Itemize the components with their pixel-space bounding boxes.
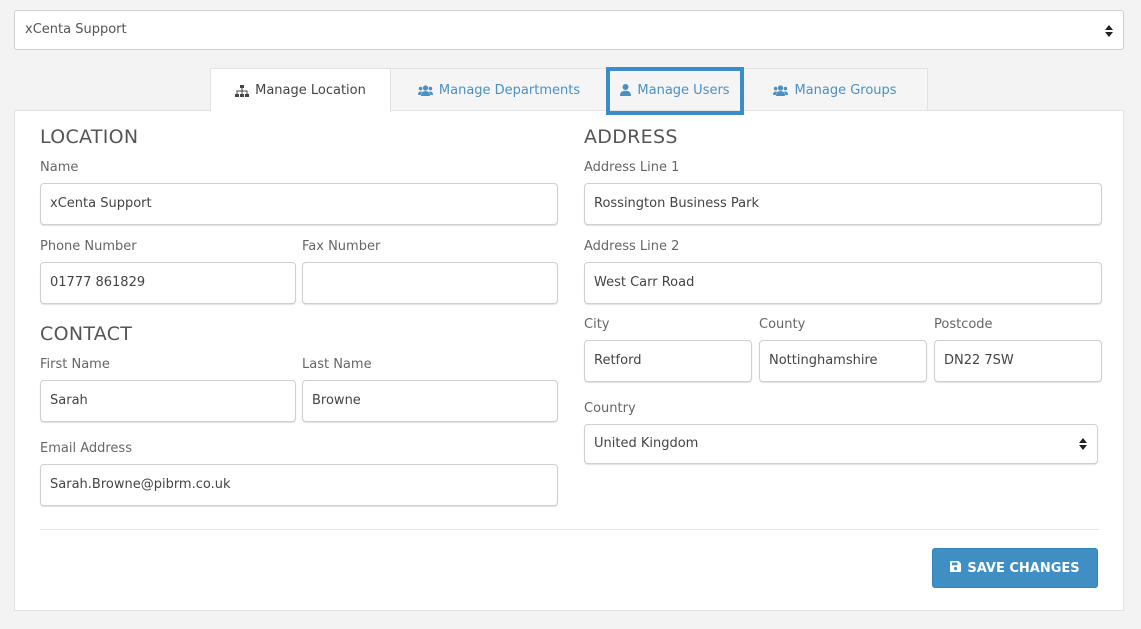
location-selector[interactable]: xCenta Support [14,10,1124,50]
tab-label: Manage Departments [438,82,581,98]
email-input[interactable]: Sarah.Browne@pibrm.co.uk [40,464,558,506]
contact-heading: CONTACT [40,323,133,345]
address-line1-value: Rossington Business Park [594,196,760,211]
postcode-input[interactable]: DN22 7SW [934,340,1102,382]
sitemap-icon [235,84,250,97]
tab-label: Manage Location [255,83,366,98]
country-select[interactable]: United Kingdom [584,424,1098,464]
last-name-label: Last Name [302,357,372,372]
save-changes-label: SAVE CHANGES [967,560,1080,576]
phone-input[interactable]: 01777 861829 [40,262,296,304]
postcode-label: Postcode [934,317,993,332]
fax-input[interactable] [302,262,558,304]
address-line2-input[interactable]: West Carr Road [584,262,1102,304]
name-input-value: xCenta Support [50,196,152,211]
floppy-disk-icon [950,560,962,576]
country-select-value: United Kingdom [594,436,699,451]
save-changes-button[interactable]: SAVE CHANGES [932,548,1098,588]
tab-manage-location[interactable]: Manage Location [210,68,391,112]
address-line1-input[interactable]: Rossington Business Park [584,183,1102,225]
phone-input-value: 01777 861829 [50,275,146,290]
tab-label: Manage Groups [794,82,897,98]
phone-label: Phone Number [40,239,137,254]
last-name-input-value: Browne [312,393,361,408]
county-input-value: Nottinghamshire [769,353,878,368]
fax-label: Fax Number [302,239,381,254]
location-selector-value: xCenta Support [25,22,127,37]
email-label: Email Address [40,441,132,456]
county-label: County [759,317,806,332]
email-input-value: Sarah.Browne@pibrm.co.uk [50,477,231,492]
name-input[interactable]: xCenta Support [40,183,558,225]
address-line2-value: West Carr Road [594,275,695,290]
tab-manage-users[interactable]: Manage Users [607,68,743,111]
name-label: Name [40,160,79,175]
first-name-label: First Name [40,357,110,372]
city-input-value: Retford [594,353,642,368]
users-icon [417,84,433,96]
select-caret-icon [1079,438,1087,450]
select-caret-icon [1105,25,1113,37]
county-input[interactable]: Nottinghamshire [759,340,927,382]
city-input[interactable]: Retford [584,340,752,382]
address-heading: ADDRESS [584,126,678,148]
tab-label: Manage Users [637,82,730,98]
address-line2-label: Address Line 2 [584,239,680,254]
first-name-input-value: Sarah [50,393,88,408]
postcode-input-value: DN22 7SW [944,353,1014,368]
city-label: City [584,317,610,332]
tab-manage-departments[interactable]: Manage Departments [390,68,608,111]
users-icon [773,84,789,96]
tab-manage-groups[interactable]: Manage Groups [742,68,928,111]
address-line1-label: Address Line 1 [584,160,680,175]
form-divider [40,529,1099,530]
location-heading: LOCATION [40,126,139,148]
first-name-input[interactable]: Sarah [40,380,296,422]
last-name-input[interactable]: Browne [302,380,558,422]
country-label: Country [584,401,636,416]
tab-bar: Manage Location Manage Departments Manag… [210,68,928,112]
user-icon [620,84,632,96]
